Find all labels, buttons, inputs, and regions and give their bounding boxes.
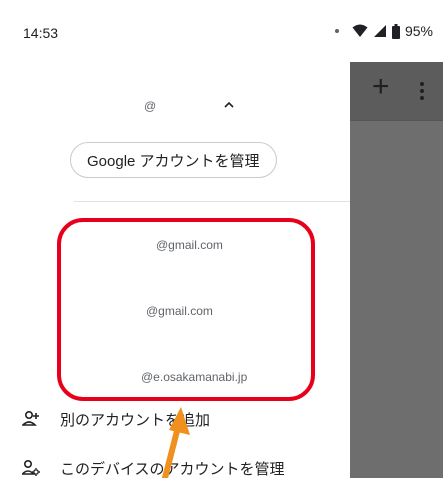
current-account-email: @ [144, 99, 157, 113]
status-icons: 95% [334, 23, 433, 39]
orange-arrow-icon [162, 407, 190, 478]
status-bar: 14:53 95% [0, 0, 443, 62]
background-app-toolbar: + [350, 62, 443, 121]
wifi-icon [352, 24, 368, 37]
background-app: + [350, 62, 443, 478]
manage-google-account-button[interactable]: Google アカウントを管理 [70, 142, 277, 178]
battery-icon [391, 23, 400, 39]
divider [74, 201, 350, 202]
battery-percent: 95% [404, 23, 433, 39]
manage-accounts-icon [22, 459, 40, 476]
chevron-up-icon[interactable] [222, 98, 236, 112]
signal-icon [373, 25, 386, 37]
more-vert-icon[interactable] [420, 82, 424, 100]
red-highlight-box [57, 218, 315, 401]
add-person-icon [22, 410, 39, 426]
plus-icon[interactable]: + [372, 72, 390, 102]
notification-dot-icon [334, 29, 339, 33]
status-time: 14:53 [23, 25, 59, 41]
manage-google-account-label: Google アカウントを管理 [87, 152, 260, 170]
